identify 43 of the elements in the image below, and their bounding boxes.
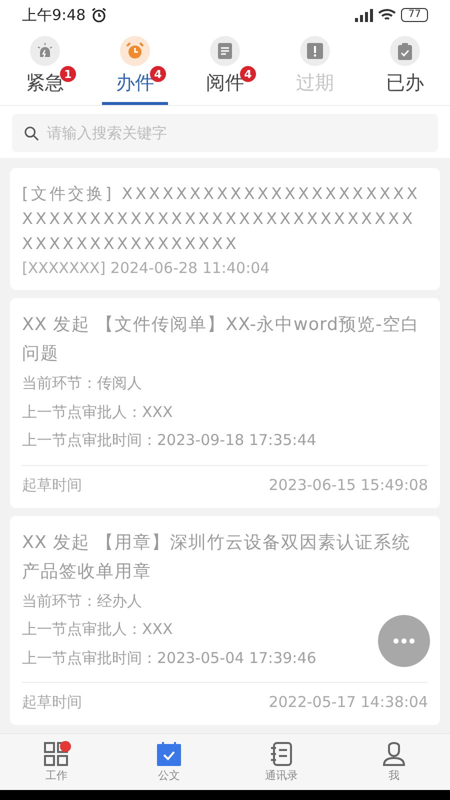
search-icon	[24, 126, 39, 140]
signal-icon	[353, 8, 374, 22]
person-icon	[382, 742, 406, 766]
card-field: 当前环节：传阅人	[22, 369, 142, 398]
tab[interactable]: 已办	[372, 36, 438, 105]
battery-level: 77	[401, 8, 428, 22]
wifi-icon	[378, 8, 396, 22]
status-time: 上午9:48	[22, 6, 86, 24]
nav-item[interactable]: 工作	[16, 734, 96, 790]
card-field: 当前环节：经办人	[22, 586, 142, 615]
draft-time-label: 起草时间	[22, 476, 82, 494]
document-card[interactable]: XX 发起 【文件传阅单】XX-永中word预览-空白问题 当前环节：传阅人 上一节点审批人：XXX 上一节点审批时间：2023-09-18 17:35:44 起草时间 2023-06-15 15:49:08	[10, 298, 440, 508]
card-field: 上一节点审批人：XXX	[22, 615, 173, 644]
alert-icon	[307, 43, 323, 59]
contacts-book-icon	[269, 742, 294, 766]
card-title: [文件交换] XXXXXXXXXXXXXXXXXXXXXXXXXXXXXXXXXXXXXXXXXXXXXXXXXXXXXXXXXXXXXXXXXXX	[22, 183, 422, 255]
document-icon	[218, 43, 232, 59]
more-icon	[393, 638, 415, 644]
count-badge: 4	[150, 66, 166, 82]
draft-time-label: 起草时间	[22, 693, 82, 712]
count-badge: 4	[240, 66, 256, 82]
clipboard-check-icon	[398, 42, 412, 60]
document-card[interactable]: [文件交换] XXXXXXXXXXXXXXXXXXXXXXXXXXXXXXXXXXXXXXXXXXXXXXXXXXXXXXXXXXXXXXXXXXX [XXXXXXX] 2024-06-28 11:40:04	[10, 168, 440, 290]
draft-time-value: 2022-05-17 14:38:04	[268, 693, 428, 712]
alarm-clock-icon	[126, 42, 144, 60]
count-badge: 1	[60, 66, 76, 82]
alarm-clock-icon	[90, 7, 107, 23]
search-field[interactable]: 请输入搜索关键字	[12, 114, 438, 152]
grid-icon	[44, 742, 68, 766]
calendar-check-icon	[156, 742, 181, 766]
card-field: 上一节点审批时间：2023-09-18 17:35:44	[22, 426, 316, 454]
card-title: XX 发起 【用章】深圳竹云设备双因素认证系统产品签收单用章	[22, 532, 412, 584]
nav-item[interactable]: 我	[354, 734, 434, 790]
siren-icon	[37, 43, 53, 59]
nav-item[interactable]: 通讯录	[241, 734, 322, 790]
card-field: 上一节点审批时间：2023-05-04 17:39:46	[22, 644, 316, 672]
search-input[interactable]: 请输入搜索关键字	[45, 123, 426, 143]
card-meta: [XXXXXXX] 2024-06-28 11:40:04	[22, 258, 271, 279]
nav-item[interactable]: 公文	[128, 734, 209, 790]
card-title: XX 发起 【文件传阅单】XX-永中word预览-空白问题	[22, 314, 420, 366]
card-field: 上一节点审批人：XXX	[22, 398, 173, 426]
document-card[interactable]: XX 发起 【用章】深圳竹云设备双因素认证系统产品签收单用章 当前环节：经办人 上一节点审批人：XXX 上一节点审批时间：2023-05-04 17:39:46 起草时间 2022-05-17 14:38:04	[10, 516, 440, 725]
draft-time-value: 2023-06-15 15:49:08	[268, 476, 428, 494]
